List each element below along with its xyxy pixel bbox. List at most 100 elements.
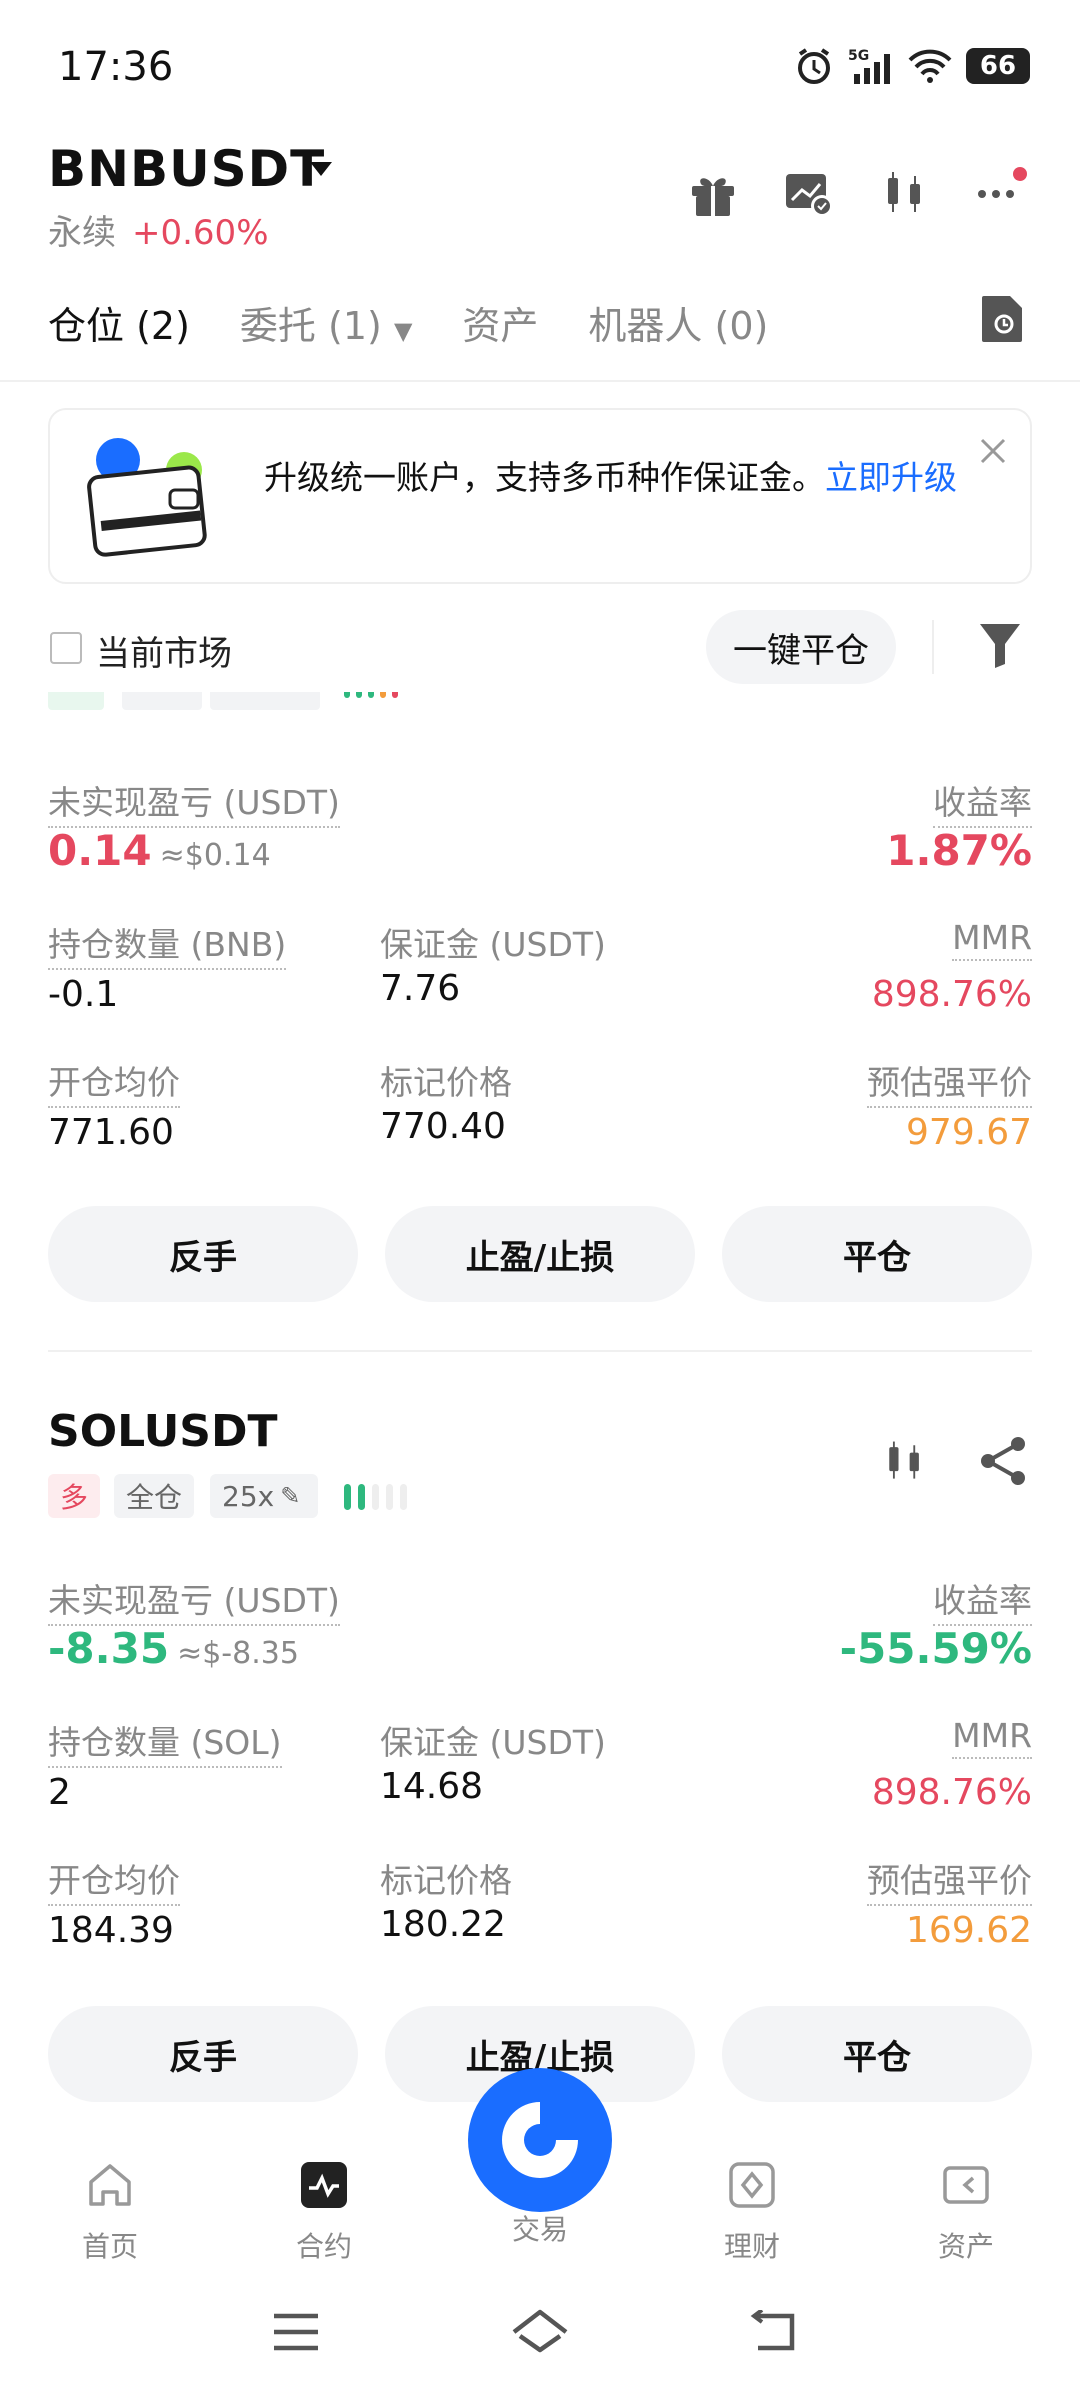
tag-bg: [210, 692, 320, 710]
candlestick-icon[interactable]: [880, 1434, 930, 1488]
pnl-label[interactable]: 未实现盈亏 (USDT): [48, 776, 340, 828]
mark-value: 770.40: [380, 1106, 506, 1147]
tab-assets[interactable]: 资产: [462, 295, 538, 348]
filter-icon[interactable]: [978, 620, 1022, 670]
entry-label[interactable]: 开仓均价: [48, 1056, 180, 1108]
tpsl-button[interactable]: 止盈/止损: [385, 1206, 695, 1302]
upgrade-link[interactable]: 立即升级: [825, 458, 957, 497]
banner-text: 升级统一账户，支持多币种作保证金。: [264, 458, 825, 497]
nav-home-label: 首页: [81, 2230, 138, 2263]
candlestick-icon[interactable]: [878, 166, 932, 220]
pnl-value: 0.14 ≈$0.14: [48, 826, 271, 875]
close-all-button[interactable]: 一键平仓: [706, 610, 896, 684]
mmr-value: 898.76%: [871, 1772, 1032, 1813]
mmr-label[interactable]: MMR: [952, 918, 1032, 961]
liq-label[interactable]: 预估强平价: [867, 1056, 1032, 1108]
entry-value: 184.39: [48, 1910, 174, 1951]
leverage-value: 25x: [222, 1479, 275, 1513]
reverse-button[interactable]: 反手: [48, 2006, 358, 2102]
position-tabs: 仓位 (2) 委托 (1) ▼ 资产 机器人 (0): [48, 295, 1032, 348]
pnl-label[interactable]: 未实现盈亏 (USDT): [48, 1574, 340, 1626]
tab-orders-label: 委托 (1): [239, 304, 382, 348]
pnl-amount: 0.14: [48, 826, 152, 875]
tab-positions[interactable]: 仓位 (2): [48, 295, 190, 348]
liq-value: 979.67: [906, 1112, 1032, 1153]
current-market-label: 当前市场: [96, 634, 232, 674]
position-pair[interactable]: SOLUSDT: [48, 1406, 278, 1457]
pnl-amount: -8.35: [48, 1624, 170, 1673]
close-position-button[interactable]: 平仓: [722, 1206, 1032, 1302]
more-icon[interactable]: [974, 166, 1028, 220]
share-icon[interactable]: [976, 1434, 1030, 1488]
gift-icon[interactable]: [686, 166, 740, 220]
nav-assets-label: 资产: [937, 2230, 994, 2263]
qty-label[interactable]: 持仓数量 (SOL): [48, 1716, 282, 1768]
roe-label[interactable]: 收益率: [933, 776, 1032, 828]
margin-value: 7.76: [380, 968, 461, 1009]
system-nav-bar: [0, 2270, 1080, 2400]
reverse-button[interactable]: 反手: [48, 1206, 358, 1302]
status-icons: 5G 66: [794, 46, 1030, 86]
upgrade-banner[interactable]: 升级统一账户，支持多币种作保证金。立即升级: [48, 408, 1032, 584]
history-doc-icon[interactable]: [980, 294, 1024, 344]
margin-label: 保证金 (USDT): [380, 925, 606, 964]
leverage-tag[interactable]: 25x ✎: [210, 1474, 318, 1518]
earn-icon: [729, 2162, 775, 2208]
nav-earn-label: 理财: [723, 2230, 780, 2263]
tabs-divider: [0, 380, 1080, 382]
wallet-icon: [943, 2166, 989, 2204]
futures-icon: [301, 2162, 347, 2208]
wifi-icon: [908, 49, 952, 83]
nav-futures-label: 合约: [295, 2230, 352, 2263]
home-nav-icon[interactable]: [510, 2306, 570, 2356]
mark-label: 标记价格: [380, 1861, 512, 1900]
mark-label: 标记价格: [380, 1063, 512, 1102]
trade-fab-button[interactable]: [468, 2068, 612, 2212]
chevron-down-icon[interactable]: [308, 160, 334, 178]
price-change: +0.60%: [132, 213, 269, 253]
chart-settings-icon[interactable]: [782, 166, 836, 220]
pnl-approx: ≈$0.14: [159, 838, 271, 873]
mark-value: 180.22: [380, 1904, 506, 1945]
nav-assets[interactable]: 资产: [906, 2160, 1026, 2265]
roe-label[interactable]: 收益率: [933, 1574, 1032, 1626]
margin-label: 保证金 (USDT): [380, 1723, 606, 1762]
liq-label[interactable]: 预估强平价: [867, 1854, 1032, 1906]
mmr-label[interactable]: MMR: [952, 1716, 1032, 1759]
close-position-button[interactable]: 平仓: [722, 2006, 1032, 2102]
current-market-checkbox[interactable]: [50, 632, 82, 664]
trade-icon: [502, 2102, 578, 2178]
filter-divider: [932, 620, 934, 674]
position-1-tags-clipped: [48, 692, 408, 716]
margin-mode-tag[interactable]: 全仓: [114, 1474, 195, 1518]
nav-earn[interactable]: 理财: [692, 2160, 812, 2265]
tab-bots[interactable]: 机器人 (0): [588, 295, 768, 348]
status-bar: 17:36 5G 66: [0, 0, 1080, 140]
position-divider: [48, 1350, 1032, 1352]
entry-value: 771.60: [48, 1112, 174, 1153]
entry-label[interactable]: 开仓均价: [48, 1854, 180, 1906]
roe-value: 1.87%: [886, 826, 1032, 875]
close-icon[interactable]: [978, 436, 1008, 466]
menu-icon[interactable]: [272, 2312, 320, 2352]
contract-type: 永续: [48, 213, 116, 253]
edit-icon: ✎: [280, 1482, 301, 1510]
side-tag: 多: [48, 1474, 101, 1518]
banner-message: 升级统一账户，支持多币种作保证金。立即升级: [264, 456, 964, 500]
qty-label[interactable]: 持仓数量 (BNB): [48, 918, 287, 970]
signal-icon: 5G: [848, 48, 890, 84]
pnl-value: -8.35 ≈$-8.35: [48, 1624, 299, 1673]
back-icon[interactable]: [748, 2310, 798, 2354]
nav-futures[interactable]: 合约: [264, 2160, 384, 2265]
battery-indicator: 66: [966, 48, 1030, 84]
nav-trade[interactable]: 交易: [480, 2208, 600, 2248]
tag-bg: [48, 692, 104, 710]
nav-home[interactable]: 首页: [50, 2160, 170, 2265]
home-icon: [89, 2164, 131, 2206]
margin-value: 14.68: [380, 1766, 484, 1807]
tag-bg: [122, 692, 202, 710]
tab-orders[interactable]: 委托 (1) ▼: [239, 295, 412, 348]
nav-trade-label: 交易: [511, 2213, 568, 2246]
liq-value: 169.62: [906, 1910, 1032, 1951]
symbol-title[interactable]: BNBUSDT: [48, 140, 325, 198]
